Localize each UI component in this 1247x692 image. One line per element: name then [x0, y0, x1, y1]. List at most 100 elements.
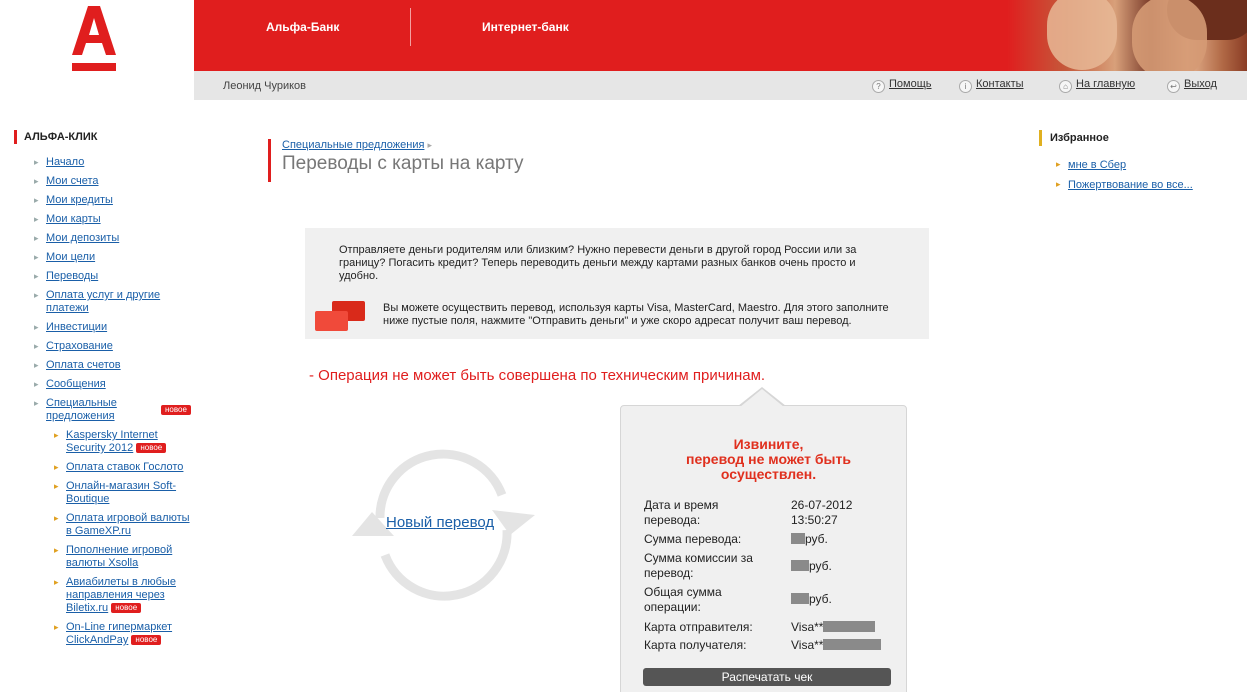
new-badge: новое — [136, 443, 167, 453]
subitem-gamexp[interactable]: Оплата игровой валюты в GameXP.ru — [14, 512, 204, 538]
receipt-title: Извините, перевод не может быть осуществ… — [621, 437, 916, 482]
sidebar-item-messages[interactable]: Сообщения — [14, 378, 204, 391]
sidebar-link[interactable]: Мои карты — [46, 213, 101, 225]
sidebar-title: АЛЬФА-КЛИК — [14, 130, 204, 144]
exit-icon: ↩ — [1167, 80, 1180, 93]
sidebar-link[interactable]: Инвестиции — [46, 321, 107, 333]
receiver-card-value: Visa** — [791, 638, 882, 653]
receipt-title-line: Извините, — [733, 436, 804, 452]
masked-value — [791, 593, 809, 604]
favorite-link[interactable]: Пожертвование во все... — [1068, 179, 1193, 191]
sidebar-item-payments[interactable]: Оплата услуг и другие платежи — [14, 289, 164, 315]
alfa-logo-icon — [72, 6, 116, 71]
header-bar: Альфа-Банк Интернет-банк — [194, 0, 1247, 71]
sidebar-link[interactable]: Оплата услуг и другие платежи — [46, 289, 160, 314]
date-value-date: 26-07-2012 — [791, 498, 853, 512]
sidebar-link[interactable]: Мои цели — [46, 251, 95, 263]
receiver-card-label: Карта получателя: — [644, 638, 747, 652]
new-badge: новое — [161, 405, 191, 415]
subitem-link[interactable]: Оплата игровой валюты в GameXP.ru — [66, 512, 190, 537]
bank-name-link[interactable]: Альфа-Банк — [266, 20, 339, 34]
sidebar-link[interactable]: Сообщения — [46, 378, 106, 390]
breadcrumb-link[interactable]: Специальные предложения — [282, 139, 424, 151]
sidebar-link[interactable]: Страхование — [46, 340, 113, 352]
sidebar-item-bills[interactable]: Оплата счетов — [14, 359, 204, 372]
sidebar-link[interactable]: Мои счета — [46, 175, 99, 187]
exit-label: Выход — [1184, 78, 1217, 90]
sender-card-value: Visa** — [791, 620, 876, 635]
sidebar-item-cards[interactable]: Мои карты — [14, 213, 204, 226]
sidebar-link[interactable]: Переводы — [46, 270, 98, 282]
sidebar-link[interactable]: Мои депозиты — [46, 232, 119, 244]
subitem-clickandpay[interactable]: On-Line гипермаркет ClickAndPay новое — [14, 621, 204, 647]
sidebar-item-goals[interactable]: Мои цели — [14, 251, 204, 264]
help-icon: ? — [872, 80, 885, 93]
contacts-link[interactable]: i Контакты — [959, 78, 1024, 93]
help-link[interactable]: ? Помощь — [872, 78, 932, 93]
subitem-link[interactable]: Оплата ставок Гослото — [66, 461, 183, 473]
sidebar-item-credits[interactable]: Мои кредиты — [14, 194, 204, 207]
favorite-item[interactable]: Пожертвование во все... — [1039, 179, 1239, 191]
subitem-gosloto[interactable]: Оплата ставок Гослото — [14, 461, 204, 474]
subitem-link[interactable]: Онлайн-магазин Soft-Boutique — [66, 480, 176, 505]
page-title: Переводы с карты на карту — [282, 153, 524, 174]
sidebar-item-investments[interactable]: Инвестиции — [14, 321, 204, 334]
home-link[interactable]: ⌂ На главную — [1059, 78, 1135, 93]
masked-value — [791, 533, 805, 544]
new-badge: новое — [131, 635, 162, 645]
sidebar-item-special-offers[interactable]: Специальные предложения новое — [14, 397, 204, 423]
commission-value: руб. — [791, 559, 832, 574]
favorite-link[interactable]: мне в Сбер — [1068, 159, 1126, 171]
sidebar-item-transfers[interactable]: Переводы — [14, 270, 204, 283]
amount-label: Сумма перевода: — [644, 532, 742, 546]
sidebar-item-insurance[interactable]: Страхование — [14, 340, 204, 353]
date-value-time: 13:50:27 — [791, 513, 838, 527]
breadcrumb-arrow-icon: ▸ — [427, 140, 432, 150]
info-box: Отправляете деньги родителям или близким… — [305, 228, 929, 339]
sender-card-number: Visa** — [791, 620, 824, 634]
home-label: На главную — [1076, 78, 1136, 90]
subitem-link[interactable]: Пополнение игровой валюты Xsolla — [66, 544, 172, 569]
commission-label: Сумма комиссии за перевод: — [644, 551, 753, 580]
print-receipt-button[interactable]: Распечатать чек — [643, 668, 891, 686]
sidebar-link[interactable]: Начало — [46, 156, 84, 168]
home-icon: ⌂ — [1059, 80, 1072, 93]
sidebar: АЛЬФА-КЛИК Начало Мои счета Мои кредиты … — [14, 130, 204, 653]
receiver-card-number: Visa** — [791, 638, 824, 652]
sidebar-item-deposits[interactable]: Мои депозиты — [14, 232, 204, 245]
favorite-item[interactable]: мне в Сбер — [1039, 159, 1239, 171]
receipt-notch-inner — [740, 389, 784, 407]
new-badge: новое — [111, 603, 142, 613]
favorites-title: Избранное — [1039, 130, 1239, 146]
total-currency: руб. — [809, 592, 832, 606]
subitem-xsolla[interactable]: Пополнение игровой валюты Xsolla — [14, 544, 204, 570]
error-message: - Операция не может быть совершена по те… — [309, 367, 766, 384]
cards-icon — [315, 301, 367, 331]
sidebar-link[interactable]: Мои кредиты — [46, 194, 113, 206]
receipt-title-line: осуществлен. — [720, 466, 817, 482]
new-transfer-link[interactable]: Новый перевод — [386, 514, 494, 531]
header-divider — [410, 8, 411, 46]
date-label: Дата и время перевода: — [644, 498, 719, 527]
sidebar-nav: Начало Мои счета Мои кредиты Мои карты М… — [14, 156, 204, 423]
receipt-title-line: перевод не может быть — [686, 451, 851, 467]
logo[interactable] — [0, 0, 194, 100]
total-label: Общая сумма операции: — [644, 585, 722, 614]
exit-link[interactable]: ↩ Выход — [1167, 78, 1217, 93]
user-name: Леонид Чуриков — [223, 80, 307, 92]
info-paragraph: Отправляете деньги родителям или близким… — [339, 244, 857, 282]
date-value: 26-07-2012 13:50:27 — [791, 498, 852, 528]
sidebar-link[interactable]: Оплата счетов — [46, 359, 121, 371]
subitem-kaspersky[interactable]: Kaspersky Internet Security 2012 новое — [14, 429, 204, 455]
sidebar-item-start[interactable]: Начало — [14, 156, 204, 169]
amount-value: руб. — [791, 532, 828, 547]
sidebar-item-accounts[interactable]: Мои счета — [14, 175, 204, 188]
receipt-panel: Извините, перевод не может быть осуществ… — [620, 405, 907, 692]
subitem-biletix[interactable]: Авиабилеты в любые направления через Bil… — [14, 576, 204, 615]
subitem-softboutique[interactable]: Онлайн-магазин Soft-Boutique — [14, 480, 204, 506]
header-photo — [1007, 0, 1247, 71]
internet-bank-link[interactable]: Интернет-банк — [482, 20, 569, 34]
help-label: Помощь — [889, 78, 932, 90]
favorites-panel: Избранное мне в Сбер Пожертвование во вс… — [1039, 130, 1239, 199]
sidebar-link[interactable]: Специальные предложения — [46, 397, 151, 423]
